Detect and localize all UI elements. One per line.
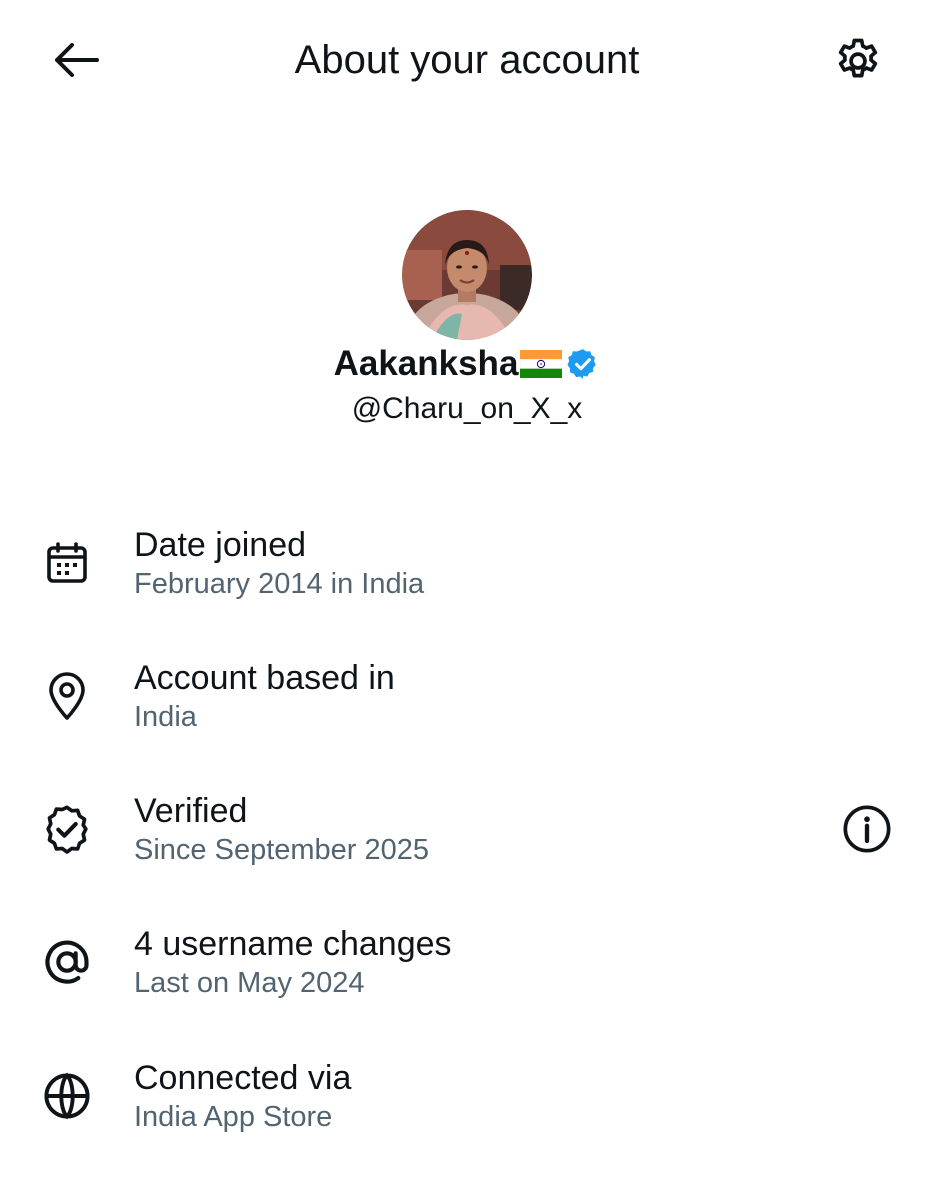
row-icon-container xyxy=(38,800,96,858)
globe-icon xyxy=(44,1072,90,1120)
username-handle: @Charu_on_X_x xyxy=(351,392,583,425)
at-sign-icon xyxy=(45,940,89,984)
row-label: Date joined xyxy=(134,526,307,564)
settings-button[interactable] xyxy=(826,30,890,90)
row-label: Connected via xyxy=(134,1059,352,1097)
row-text: Verified Since September 2025 xyxy=(134,790,429,868)
verified-badge-icon[interactable] xyxy=(566,347,600,381)
detail-row-connected-via: Connected via India App Store xyxy=(0,1057,934,1157)
row-value: India xyxy=(134,701,197,733)
calendar-icon xyxy=(47,542,87,583)
display-name: Aakanksha xyxy=(333,344,519,383)
row-icon-container xyxy=(38,1067,96,1125)
detail-row-username-changes: 4 username changes Last on May 2024 xyxy=(0,923,934,1023)
row-icon-container xyxy=(38,933,96,991)
row-text: Date joined February 2014 in India xyxy=(134,524,424,602)
row-icon-container xyxy=(38,667,96,725)
verified-info-button[interactable] xyxy=(836,798,898,860)
row-icon-container xyxy=(38,534,96,592)
profile-section: Aakanksha @Charu_on_X_x xyxy=(0,210,934,428)
detail-row-account-based-in: Account based in India xyxy=(0,657,934,757)
detail-row-verified: Verified Since September 2025 xyxy=(0,790,934,890)
row-text: 4 username changes Last on May 2024 xyxy=(134,923,452,1001)
row-value: Since September 2025 xyxy=(134,834,430,866)
gear-icon xyxy=(838,38,878,78)
row-label: 4 username changes xyxy=(134,925,452,963)
row-label: Verified xyxy=(134,792,248,830)
info-icon xyxy=(843,805,891,853)
page-title: About your account xyxy=(294,38,640,82)
top-bar: About your account xyxy=(0,0,934,120)
row-value: Last on May 2024 xyxy=(134,967,365,999)
display-name-row: Aakanksha xyxy=(0,342,934,386)
detail-row-date-joined: Date joined February 2014 in India xyxy=(0,524,934,624)
location-pin-icon xyxy=(49,672,85,720)
india-flag-emoji xyxy=(520,350,563,378)
row-label: Account based in xyxy=(134,659,395,697)
row-text: Account based in India xyxy=(134,657,395,735)
row-value: February 2014 in India xyxy=(134,568,425,600)
avatar[interactable] xyxy=(402,210,532,340)
verified-outline-icon xyxy=(46,805,88,854)
row-value: India App Store xyxy=(134,1101,333,1133)
row-text: Connected via India App Store xyxy=(134,1057,351,1135)
